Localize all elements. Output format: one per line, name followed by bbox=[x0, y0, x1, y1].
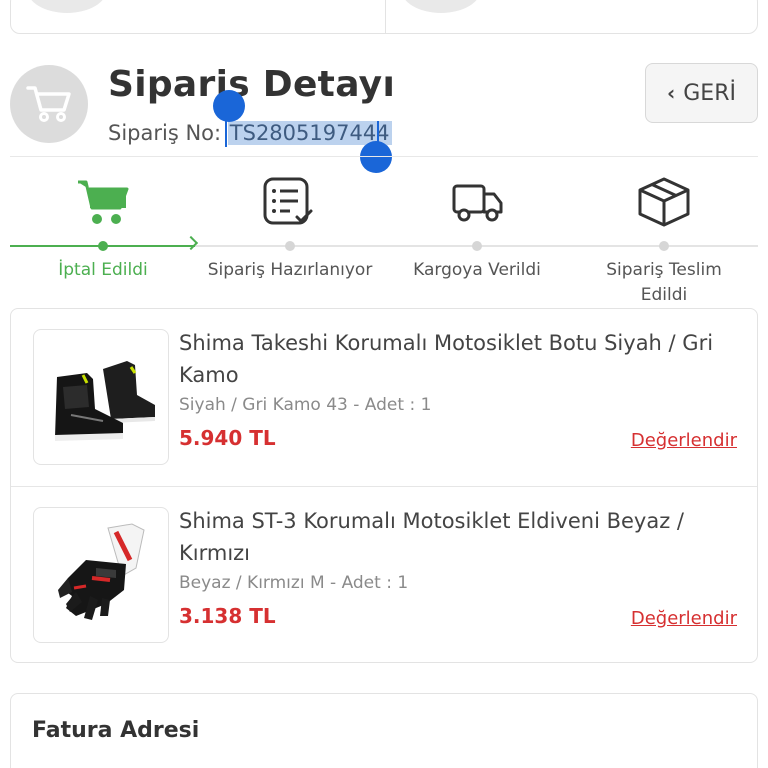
product-variant: Beyaz / Kırmızı M - Adet : 1 bbox=[179, 573, 409, 593]
rate-product-link[interactable]: Değerlendir bbox=[631, 608, 737, 629]
chevron-left-icon: ‹ bbox=[667, 81, 676, 105]
order-number-value[interactable]: TS2805197444 bbox=[227, 121, 392, 145]
rate-product-link[interactable]: Değerlendir bbox=[631, 430, 737, 451]
step-label-shipped: Kargoya Verildi bbox=[413, 260, 541, 280]
product-name[interactable]: Shima ST-3 Korumalı Motosiklet Eldiveni … bbox=[179, 505, 744, 569]
box-icon bbox=[638, 177, 690, 227]
page-title: Sipariş Detayı bbox=[108, 64, 396, 105]
product-thumbnail[interactable] bbox=[33, 329, 169, 465]
product-name[interactable]: Shima Takeshi Korumalı Motosiklet Botu S… bbox=[179, 327, 744, 391]
back-button-label: GERİ bbox=[683, 80, 736, 106]
selection-start-handle[interactable] bbox=[213, 90, 245, 122]
step-dot-shipped bbox=[472, 241, 482, 251]
selection-start-caret bbox=[225, 121, 227, 147]
product-price: 3.138 TL bbox=[179, 604, 276, 628]
billing-address-card: Fatura Adresi bbox=[10, 693, 758, 768]
order-number-line: Sipariş No: TS2805197444 bbox=[108, 121, 392, 145]
step-label-preparing: Sipariş Hazırlanıyor bbox=[207, 260, 373, 280]
step-label-cancelled: İptal Edildi bbox=[58, 260, 148, 280]
gloves-image bbox=[58, 523, 145, 620]
selection-end-handle[interactable] bbox=[360, 141, 392, 173]
product-variant: Siyah / Gri Kamo 43 - Adet : 1 bbox=[179, 395, 432, 415]
order-item[interactable]: Shima Takeshi Korumalı Motosiklet Botu S… bbox=[11, 309, 757, 486]
top-icon-bubble-right bbox=[401, 0, 481, 13]
step-dot-preparing bbox=[285, 241, 295, 251]
cart-icon bbox=[26, 86, 71, 122]
boots-image bbox=[55, 361, 155, 441]
top-icon-bubble-left bbox=[27, 0, 107, 13]
truck-icon bbox=[452, 184, 503, 222]
checklist-icon bbox=[263, 177, 313, 225]
order-item[interactable]: Shima ST-3 Korumalı Motosiklet Eldiveni … bbox=[11, 487, 757, 664]
back-button[interactable]: ‹ GERİ bbox=[645, 63, 758, 123]
top-card-divider bbox=[385, 0, 386, 33]
step-label-delivered: Sipariş Teslim Edildi bbox=[606, 260, 722, 305]
step-dot-cancelled bbox=[98, 241, 108, 251]
billing-address-title: Fatura Adresi bbox=[32, 718, 200, 743]
order-items-card: Shima Takeshi Korumalı Motosiklet Botu S… bbox=[10, 308, 758, 663]
top-partial-card bbox=[10, 0, 758, 34]
product-thumbnail[interactable] bbox=[33, 507, 169, 643]
product-price: 5.940 TL bbox=[179, 426, 276, 450]
order-number-label: Sipariş No: bbox=[108, 121, 222, 145]
header-divider bbox=[10, 156, 758, 157]
step-dot-delivered bbox=[659, 241, 669, 251]
progress-arrow-tip bbox=[183, 235, 199, 251]
cart-icon bbox=[78, 180, 129, 224]
cart-avatar bbox=[10, 65, 88, 143]
